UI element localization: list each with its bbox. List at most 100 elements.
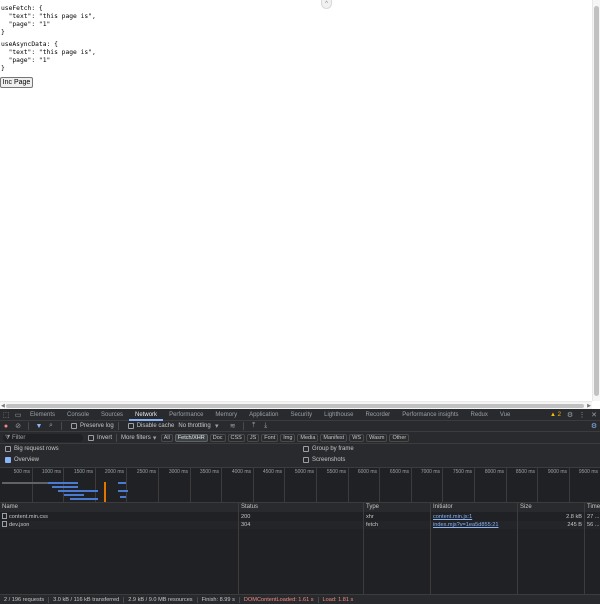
network-overview-timeline[interactable]: 500 ms 1000 ms 1500 ms 2000 ms 2500 ms 3000 m… [0,468,600,503]
col-time-header[interactable]: Time [584,503,600,512]
invert-checkbox[interactable] [88,434,94,441]
chip-other[interactable]: Other [389,433,410,442]
timeline-gridline [284,468,285,503]
table-row[interactable]: content.min.css 200 xhr content.min.js:1… [0,513,600,521]
tab-network[interactable]: Network [129,409,164,421]
tab-application[interactable]: Application [243,409,284,421]
network-conditions-icon[interactable]: ≋ [227,420,239,432]
overview-label: Overview [14,457,40,463]
col-size-header[interactable]: Size [517,503,584,512]
timeline-tick-label: 8500 ms [515,469,535,475]
overview-option[interactable]: Overview [0,457,39,463]
scroll-right-icon[interactable]: ▶ [587,402,591,409]
chip-js[interactable]: JS [246,433,260,442]
dom-content-loaded-time: DOMContentLoaded: 1.61 s [240,596,319,603]
timeline-gridline [348,468,349,503]
disable-cache-label: Disable cache [136,423,175,429]
chip-fetch-xhr[interactable]: Fetch/XHR [174,433,208,442]
timeline-gridline [411,468,412,503]
more-options-icon[interactable]: ⋮ [576,409,588,421]
timeline-tick-label: 1500 ms [73,469,93,475]
throttling-select[interactable]: No throttling [178,423,210,429]
resources-size: 2.9 kB / 9.0 MB resources [124,596,198,603]
screenshots-checkbox[interactable] [303,457,309,463]
collapse-handle-icon[interactable]: ^ [321,0,332,9]
download-icon[interactable]: ⤓ [260,420,272,432]
filter-funnel-icon[interactable]: ▼ [33,420,45,432]
network-settings-gear-icon[interactable]: ⚙ [588,420,600,432]
more-filters-dropdown[interactable]: More filters [121,435,151,441]
big-request-rows-option[interactable]: Big request rows [0,446,59,452]
chip-doc[interactable]: Doc [209,433,226,442]
chip-css[interactable]: CSS [227,433,245,442]
overview-checkbox[interactable] [5,457,11,463]
clear-icon[interactable]: ⊘ [12,420,24,432]
col-name-header[interactable]: Name [0,503,238,512]
chip-font[interactable]: Font [261,433,279,442]
timeline-gridline [158,468,159,503]
search-icon[interactable]: ⌕ [45,420,57,432]
vertical-scrollbar[interactable] [592,0,600,401]
chip-media[interactable]: Media [297,433,319,442]
chip-all[interactable]: All [160,433,173,442]
warning-icon[interactable]: ▲ 2 [547,412,564,418]
tab-memory[interactable]: Memory [209,409,243,421]
request-type: xhr [363,513,430,521]
tab-redux[interactable]: Redux [465,409,494,421]
big-request-rows-checkbox[interactable] [5,446,11,452]
chip-img[interactable]: Img [280,433,296,442]
network-status-bar: 2 / 196 requests 3.0 kB / 116 kB transfe… [0,594,600,604]
col-type-header[interactable]: Type [363,503,430,512]
request-time: 27 ... [584,513,600,521]
timeline-tick-label: 9500 ms [578,469,598,475]
tab-vue[interactable]: Vue [494,409,516,421]
request-size: 2.8 kB [517,513,584,521]
col-status-header[interactable]: Status [238,503,363,512]
use-fetch-output: useFetch: { "text": "this page is", "pag… [1,5,96,36]
timeline-activity-bar [58,490,98,492]
request-time: 56 ... [584,521,600,529]
tab-performance-insights[interactable]: Performance insights [396,409,464,421]
inspect-element-icon[interactable]: ⬚ [0,409,12,421]
request-initiator-link[interactable]: content.min.js:1 [430,513,517,521]
inc-page-button[interactable]: Inc Page [0,77,33,88]
invert-label: Invert [97,434,113,441]
close-devtools-icon[interactable]: ✕ [588,409,600,421]
timeline-gridline [316,468,317,503]
chip-manifest[interactable]: Manifest [320,433,348,442]
chip-wasm[interactable]: Wasm [366,433,388,442]
tab-lighthouse[interactable]: Lighthouse [318,409,359,421]
group-by-frame-option[interactable]: Group by frame [298,446,354,452]
col-initiator-header[interactable]: Initiator [430,503,517,512]
tab-console[interactable]: Console [61,409,95,421]
filter-placeholder: Filter [12,434,26,441]
scroll-left-icon[interactable]: ◀ [1,402,5,409]
request-initiator-link[interactable]: index.mjs?v=1ea5d855:21 [430,521,517,529]
timeline-tick-label: 2000 ms [104,469,124,475]
tab-security[interactable]: Security [284,409,318,421]
tab-recorder[interactable]: Recorder [360,409,397,421]
tab-sources[interactable]: Sources [95,409,129,421]
horizontal-scroll-thumb[interactable] [6,404,584,408]
timeline-tick-label: 5500 ms [326,469,346,475]
disable-cache-checkbox[interactable] [127,423,134,429]
chip-ws[interactable]: WS [349,433,365,442]
record-icon[interactable]: ● [0,420,12,432]
table-row[interactable]: dev.json 304 fetch index.mjs?v=1ea5d855:… [0,521,600,529]
chevron-down-icon[interactable]: ▾ [211,420,223,432]
tab-elements[interactable]: Elements [24,409,61,421]
group-by-frame-checkbox[interactable] [303,446,309,452]
vertical-scroll-thumb[interactable] [594,6,599,396]
settings-gear-icon[interactable]: ⚙ [564,409,576,421]
screenshots-option[interactable]: Screenshots [298,457,345,463]
device-toolbar-icon[interactable]: ▭ [12,409,24,421]
timeline-activity-bar [48,482,78,484]
upload-icon[interactable]: ⤒ [248,420,260,432]
preserve-log-checkbox[interactable] [71,423,77,429]
filter-input[interactable]: ⧩ Filter [3,433,83,442]
horizontal-scrollbar[interactable]: ◀ ▶ [0,401,592,409]
timeline-gridline [253,468,254,503]
timeline-tick-label: 4500 ms [262,469,282,475]
more-filters-chevron-icon[interactable]: ▾ [151,432,159,444]
tab-performance[interactable]: Performance [163,409,209,421]
